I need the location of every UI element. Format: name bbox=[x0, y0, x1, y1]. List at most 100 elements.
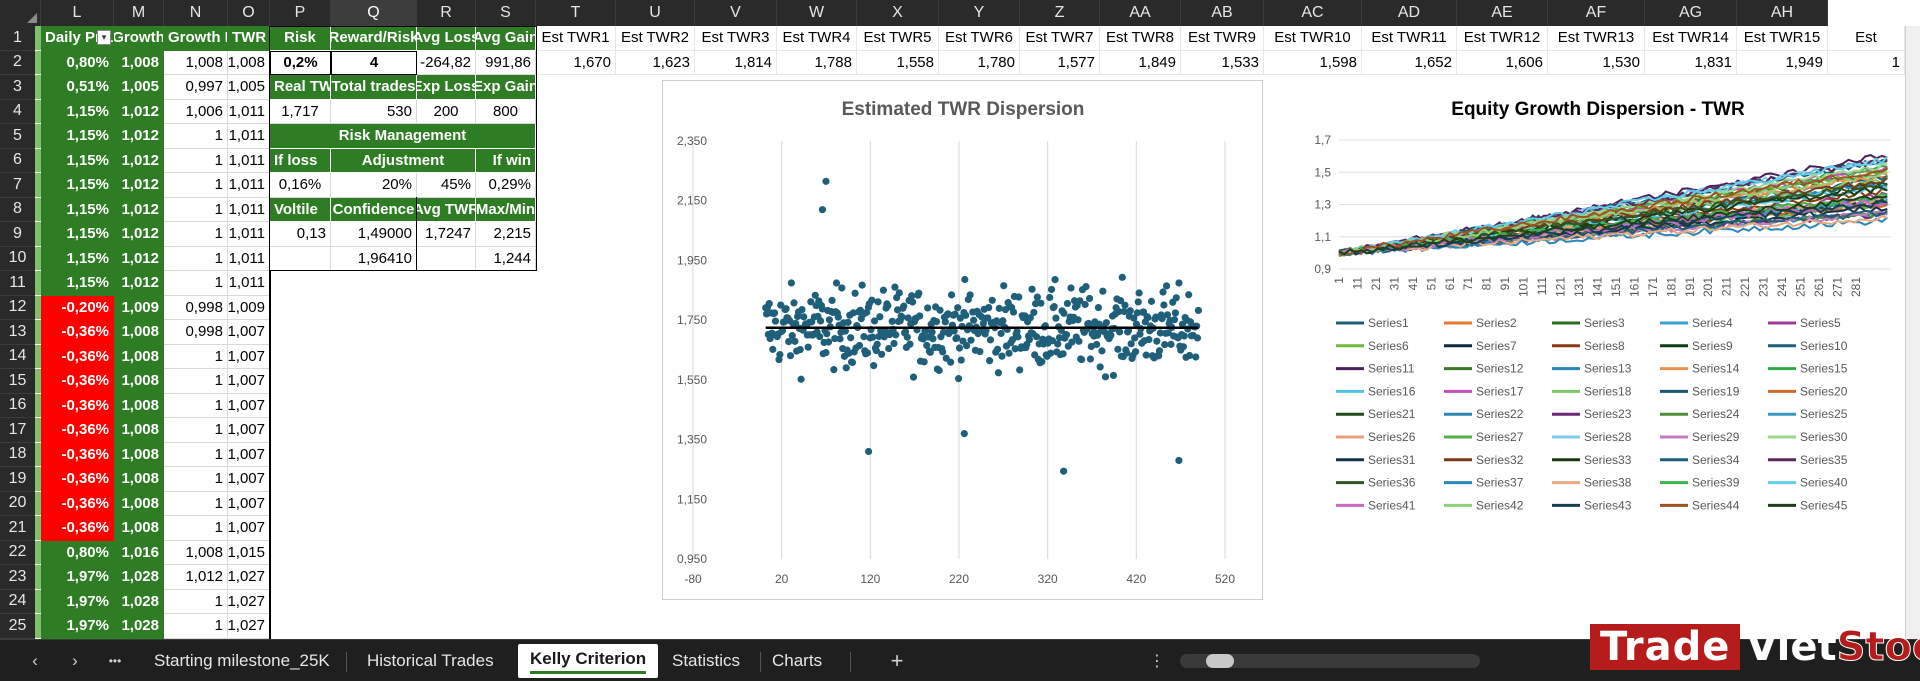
line-chart[interactable]: Equity Growth Dispersion - TWR 0,9 1,1 1,3… bbox=[1290, 80, 1915, 580]
tab-statistics[interactable]: Statistics bbox=[660, 644, 752, 678]
growth-cell[interactable]: 1,012 bbox=[114, 99, 164, 124]
column-header-z[interactable]: Z bbox=[1020, 0, 1100, 26]
row-header-10[interactable]: 10 bbox=[0, 246, 41, 271]
est-twr-value[interactable]: 1,533 bbox=[1181, 50, 1264, 75]
est-twr-value[interactable]: 1,598 bbox=[1264, 50, 1362, 75]
est-twr-value[interactable]: 1,849 bbox=[1100, 50, 1181, 75]
row-header-18[interactable]: 18 bbox=[0, 442, 41, 467]
growth-factor-cell[interactable]: 1 bbox=[164, 173, 228, 198]
column-header-y[interactable]: Y bbox=[939, 0, 1020, 26]
est-twr-value[interactable]: 1,670 bbox=[536, 50, 616, 75]
est-twr-header[interactable]: Est TWR13 bbox=[1548, 26, 1645, 51]
header-if-loss[interactable]: If loss bbox=[270, 148, 331, 173]
growth-factor-cell[interactable]: 1 bbox=[164, 197, 228, 222]
row-header-7[interactable]: 7 bbox=[0, 173, 41, 198]
column-header-ac[interactable]: AC bbox=[1264, 0, 1362, 26]
growth-cell[interactable]: 1,008 bbox=[114, 516, 164, 541]
growth-cell[interactable]: 1,008 bbox=[114, 344, 164, 369]
twr-cell[interactable]: 1,007 bbox=[228, 320, 270, 345]
growth-cell[interactable]: 1,012 bbox=[114, 173, 164, 198]
tab-historical-trades[interactable]: Historical Trades bbox=[355, 644, 506, 678]
daily-pnl-cell[interactable]: -0,20% bbox=[41, 295, 114, 320]
header-voltile[interactable]: Voltile bbox=[270, 197, 331, 222]
est-twr-header[interactable]: Est TWR14 bbox=[1645, 26, 1737, 51]
daily-pnl-cell[interactable]: -0,36% bbox=[41, 491, 114, 516]
twr-cell[interactable]: 1,027 bbox=[228, 614, 270, 639]
daily-pnl-cell[interactable]: 1,15% bbox=[41, 124, 114, 149]
est-twr-header[interactable]: Est TWR10 bbox=[1264, 26, 1362, 51]
est-twr-header[interactable]: Est TWR1 bbox=[536, 26, 616, 51]
growth-cell[interactable]: 1,028 bbox=[114, 614, 164, 639]
twr-cell[interactable]: 1,007 bbox=[228, 418, 270, 443]
column-header-p[interactable]: P bbox=[270, 0, 331, 26]
growth-factor-cell[interactable]: 1 bbox=[164, 369, 228, 394]
growth-factor-cell[interactable]: 1,006 bbox=[164, 99, 228, 124]
growth-factor-cell[interactable]: 1 bbox=[164, 516, 228, 541]
confidence-value-2[interactable]: 1,96410 bbox=[331, 246, 417, 271]
column-header-ab[interactable]: AB bbox=[1181, 0, 1264, 26]
row-header-24[interactable]: 24 bbox=[0, 589, 41, 614]
column-header-x[interactable]: X bbox=[857, 0, 939, 26]
growth-factor-cell[interactable]: 1,012 bbox=[164, 565, 228, 590]
est-twr-value[interactable]: 1,558 bbox=[857, 50, 939, 75]
real-twr-value[interactable]: 1,717 bbox=[270, 99, 331, 124]
header-avg-gain[interactable]: Avg Gain bbox=[476, 26, 536, 51]
growth-cell[interactable]: 1,012 bbox=[114, 197, 164, 222]
row-header-2[interactable]: 2 bbox=[0, 50, 41, 75]
header-reward-risk[interactable]: Reward/Risk bbox=[331, 26, 417, 51]
column-header-o[interactable]: O bbox=[228, 0, 270, 26]
growth-factor-cell[interactable]: 1 bbox=[164, 418, 228, 443]
row-header-20[interactable]: 20 bbox=[0, 491, 41, 516]
column-header-t[interactable]: T bbox=[536, 0, 616, 26]
growth-factor-cell[interactable]: 1 bbox=[164, 246, 228, 271]
min-value[interactable]: 1,244 bbox=[476, 246, 536, 271]
twr-cell[interactable]: 1,011 bbox=[228, 271, 270, 296]
row-header-21[interactable]: 21 bbox=[0, 516, 41, 541]
exp-loss-value[interactable]: 200 bbox=[417, 99, 476, 124]
growth-factor-cell[interactable]: 1 bbox=[164, 467, 228, 492]
growth-factor-cell[interactable]: 1 bbox=[164, 442, 228, 467]
growth-factor-cell[interactable]: 1,008 bbox=[164, 540, 228, 565]
row-header-25[interactable]: 25 bbox=[0, 614, 41, 639]
column-header-q[interactable]: Q bbox=[331, 0, 417, 26]
header-total-trades[interactable]: Total trades bbox=[331, 75, 417, 100]
growth-cell[interactable]: 1,012 bbox=[114, 271, 164, 296]
daily-pnl-cell[interactable]: -0,36% bbox=[41, 344, 114, 369]
growth-cell[interactable]: 1,008 bbox=[114, 442, 164, 467]
vertical-scrollbar[interactable] bbox=[1905, 26, 1920, 639]
twr-cell[interactable]: 1,011 bbox=[228, 99, 270, 124]
growth-factor-cell[interactable]: 1 bbox=[164, 124, 228, 149]
growth-cell[interactable]: 1,028 bbox=[114, 589, 164, 614]
row-header-5[interactable]: 5 bbox=[0, 124, 41, 149]
tab-starting-milestone[interactable]: Starting milestone_25K bbox=[142, 644, 342, 678]
est-twr-value[interactable]: 1 bbox=[1828, 50, 1905, 75]
column-header-u[interactable]: U bbox=[616, 0, 695, 26]
daily-pnl-cell[interactable]: 1,97% bbox=[41, 614, 114, 639]
twr-cell[interactable]: 1,007 bbox=[228, 442, 270, 467]
growth-cell[interactable]: 1,008 bbox=[114, 418, 164, 443]
growth-cell[interactable]: 1,012 bbox=[114, 222, 164, 247]
header-max-min[interactable]: Max/Min bbox=[476, 197, 536, 222]
growth-cell[interactable]: 1,008 bbox=[114, 491, 164, 516]
growth-factor-cell[interactable]: 1 bbox=[164, 589, 228, 614]
twr-cell[interactable]: 1,011 bbox=[228, 222, 270, 247]
row-header-8[interactable]: 8 bbox=[0, 197, 41, 222]
row-header-3[interactable]: 3 bbox=[0, 75, 41, 100]
growth-factor-cell[interactable]: 1 bbox=[164, 148, 228, 173]
est-twr-value[interactable]: 1,788 bbox=[777, 50, 857, 75]
header-risk[interactable]: Risk bbox=[270, 26, 331, 51]
twr-cell[interactable]: 1,007 bbox=[228, 467, 270, 492]
row-header-15[interactable]: 15 bbox=[0, 369, 41, 394]
growth-factor-cell[interactable]: 0,998 bbox=[164, 320, 228, 345]
column-header-l[interactable]: L bbox=[41, 0, 114, 26]
est-twr-header[interactable]: Est TWR11 bbox=[1362, 26, 1457, 51]
growth-factor-cell[interactable]: 1 bbox=[164, 393, 228, 418]
row-header-11[interactable]: 11 bbox=[0, 271, 41, 296]
twr-cell[interactable]: 1,027 bbox=[228, 565, 270, 590]
est-twr-header[interactable]: Est TWR3 bbox=[695, 26, 777, 51]
est-twr-header[interactable]: Est TWR7 bbox=[1020, 26, 1100, 51]
daily-pnl-cell[interactable]: 1,15% bbox=[41, 222, 114, 247]
header-avg-loss[interactable]: Avg Loss bbox=[417, 26, 476, 51]
twr-cell[interactable]: 1,027 bbox=[228, 589, 270, 614]
filter-dropdown-icon[interactable]: ▾ bbox=[97, 30, 111, 45]
